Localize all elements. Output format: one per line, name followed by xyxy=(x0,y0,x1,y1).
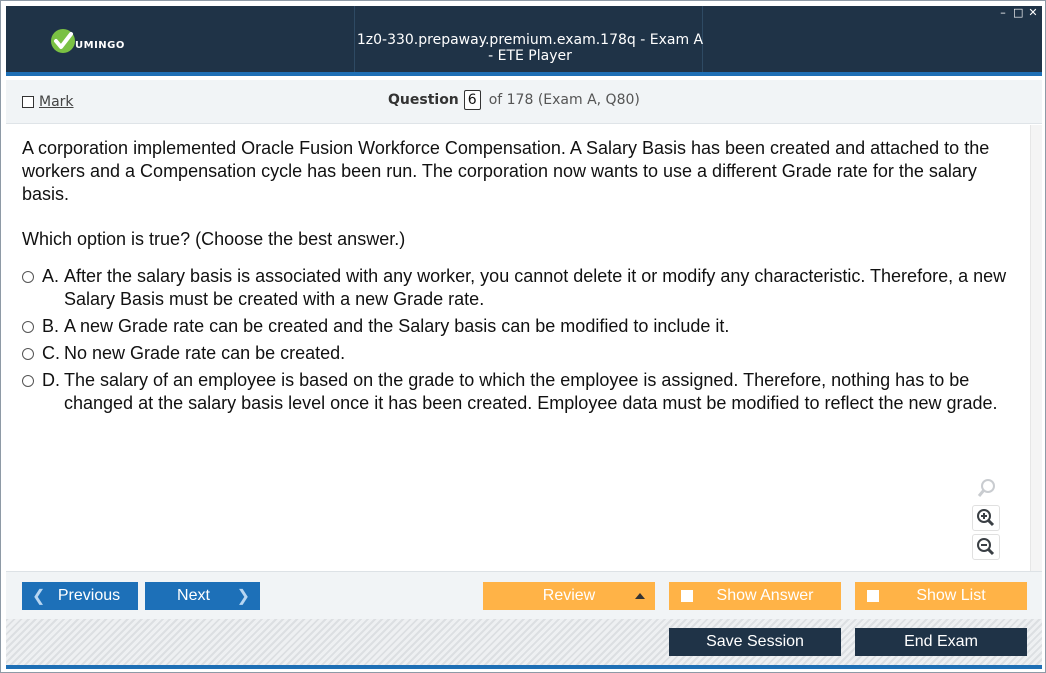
end-exam-label: End Exam xyxy=(904,633,978,650)
window-controls: – □ ✕ xyxy=(998,7,1038,19)
mark-label: Mark xyxy=(39,94,74,110)
close-button[interactable]: ✕ xyxy=(1028,7,1038,19)
previous-button[interactable]: ❮ Previous xyxy=(22,582,138,610)
checkbox-icon[interactable] xyxy=(681,590,693,602)
option-letter: A. xyxy=(42,266,60,286)
window-title: 1z0-330.prepaway.premium.exam.178q - Exa… xyxy=(356,32,704,64)
question-content: A corporation implemented Oracle Fusion … xyxy=(6,125,1042,571)
option-text: A new Grade rate can be created and the … xyxy=(64,316,730,336)
radio-button[interactable] xyxy=(22,375,34,387)
show-list-label: Show List xyxy=(916,587,986,604)
end-exam-button[interactable]: End Exam xyxy=(855,628,1027,656)
zoom-in-button[interactable] xyxy=(972,505,1000,531)
show-answer-label: Show Answer xyxy=(716,587,814,604)
checkbox-icon[interactable] xyxy=(22,96,34,108)
chevron-left-icon: ❮ xyxy=(32,588,46,605)
option-letter: C. xyxy=(42,343,60,363)
radio-button[interactable] xyxy=(22,348,34,360)
question-label: Question xyxy=(388,92,459,108)
answer-option-c[interactable]: C. No new Grade rate can be created. xyxy=(22,342,1017,365)
option-text: After the salary basis is associated wit… xyxy=(64,266,1007,309)
checkbox-icon[interactable] xyxy=(867,590,879,602)
option-letter: B. xyxy=(42,316,60,336)
minimize-button[interactable]: – xyxy=(998,7,1008,19)
save-session-label: Save Session xyxy=(706,633,804,650)
previous-label: Previous xyxy=(57,587,121,604)
save-session-button[interactable]: Save Session xyxy=(669,628,841,656)
title-divider xyxy=(354,6,355,72)
bottom-accent-line xyxy=(6,665,1042,669)
option-letter: D. xyxy=(42,370,60,390)
vertical-scrollbar[interactable] xyxy=(1030,125,1042,571)
question-bar: Mark Question 6 of 178 (Exam A, Q80) xyxy=(6,80,1042,124)
answer-option-b[interactable]: B. A new Grade rate can be created and t… xyxy=(22,315,1017,338)
question-text: A corporation implemented Oracle Fusion … xyxy=(22,138,990,204)
caret-up-icon xyxy=(635,593,645,599)
next-button[interactable]: Next ❯ xyxy=(145,582,260,610)
show-list-toggle[interactable]: Show List xyxy=(855,582,1027,610)
question-prompt: Which option is true? (Choose the best a… xyxy=(22,229,406,249)
answer-option-a[interactable]: A. After the salary basis is associated … xyxy=(22,265,1017,311)
show-answer-toggle[interactable]: Show Answer xyxy=(669,582,841,610)
option-text: No new Grade rate can be created. xyxy=(64,343,346,363)
mark-checkbox[interactable]: Mark xyxy=(22,94,74,110)
radio-button[interactable] xyxy=(22,321,34,333)
question-counter: Question 6 of 178 (Exam A, Q80) xyxy=(388,90,640,110)
navigation-bar: ❮ Previous Next ❯ Review Show Answer Sho… xyxy=(6,571,1042,619)
zoom-in-icon xyxy=(977,509,995,527)
maximize-button[interactable]: □ xyxy=(1013,7,1023,19)
search-icon[interactable] xyxy=(976,477,998,504)
review-label: Review xyxy=(542,587,596,604)
vumingo-logo: UMINGO xyxy=(50,25,125,57)
app-window: UMINGO 1z0-330.prepaway.premium.exam.178… xyxy=(0,0,1046,673)
bottom-bar: Save Session End Exam xyxy=(6,619,1042,666)
review-button[interactable]: Review xyxy=(483,582,655,610)
option-text: The salary of an employee is based on th… xyxy=(64,370,998,413)
chevron-right-icon: ❯ xyxy=(236,588,250,605)
question-of-text: of 178 (Exam A, Q80) xyxy=(488,92,640,108)
logo-text: UMINGO xyxy=(75,39,125,51)
zoom-out-button[interactable] xyxy=(972,534,1000,560)
answer-options: A. After the salary basis is associated … xyxy=(22,265,1017,419)
title-bar: UMINGO 1z0-330.prepaway.premium.exam.178… xyxy=(6,6,1042,76)
radio-button[interactable] xyxy=(22,271,34,283)
next-label: Next xyxy=(177,587,210,604)
checkmark-logo-icon xyxy=(51,29,75,53)
question-number-input[interactable]: 6 xyxy=(463,90,481,110)
answer-option-d[interactable]: D. The salary of an employee is based on… xyxy=(22,369,1017,415)
zoom-out-icon xyxy=(977,538,995,556)
